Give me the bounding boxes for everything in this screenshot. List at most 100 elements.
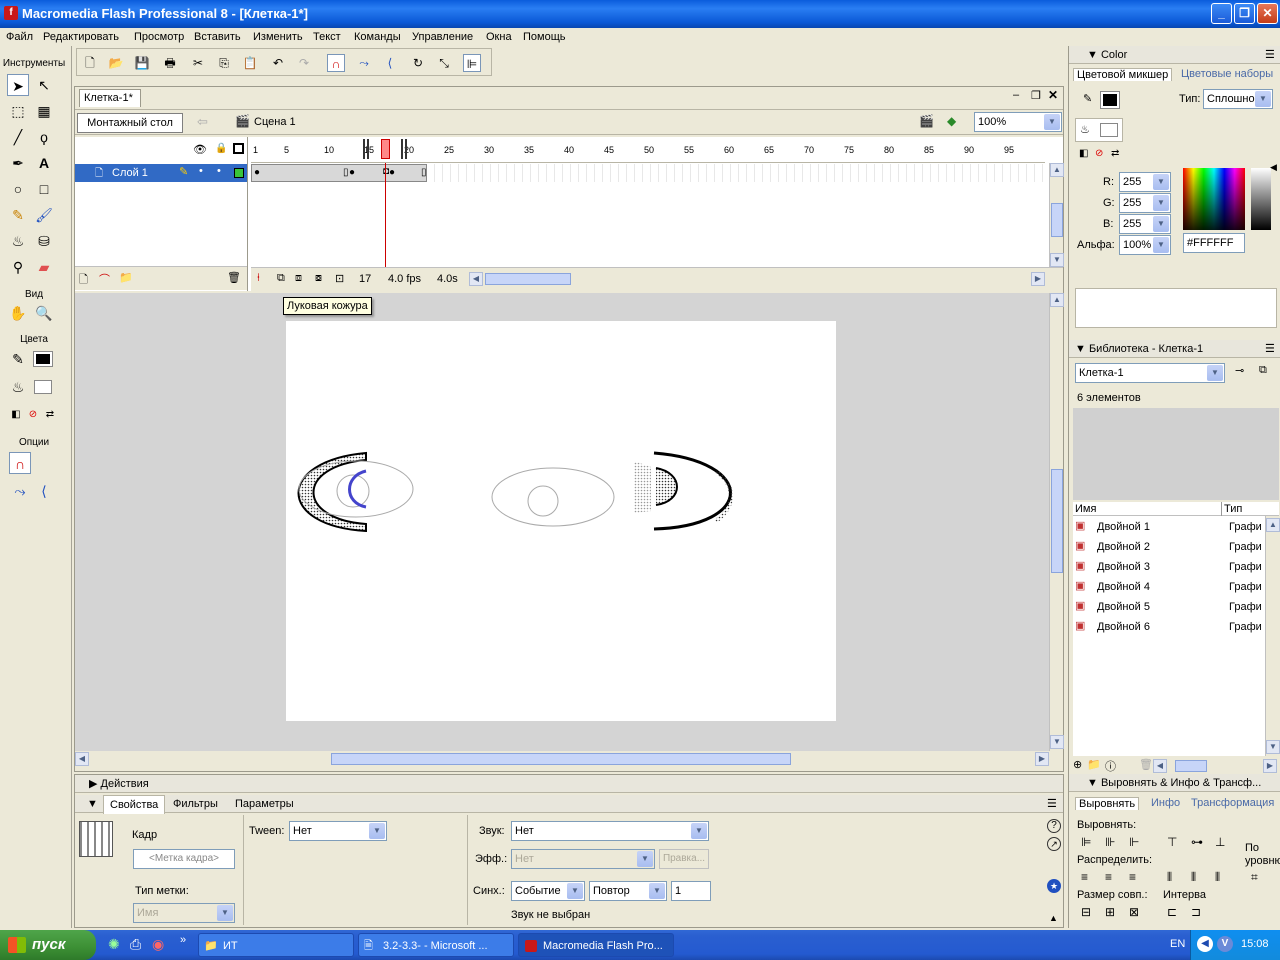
keyframe-dot[interactable]: ● — [389, 167, 395, 178]
layer-outline-swatch[interactable] — [234, 168, 244, 178]
task-word[interactable]: 🗎 3.2-3.3- - Microsoft ... — [358, 933, 514, 957]
to-stage-icon[interactable]: ⌗ — [1251, 870, 1258, 885]
scroll-left-icon[interactable]: ◀ — [75, 752, 89, 766]
scroll-right-icon[interactable]: ▶ — [1035, 752, 1049, 766]
swap-colors-icon[interactable]: ⇄ — [39, 404, 61, 426]
onion-end-marker[interactable] — [401, 139, 407, 159]
distribute-bottom-icon[interactable]: ≡ — [1129, 870, 1136, 884]
doc-restore-icon[interactable]: ❐ — [1031, 89, 1041, 102]
stroke-color-icon[interactable]: ✎ — [7, 348, 29, 370]
scroll-down-icon[interactable]: ▼ — [1050, 253, 1064, 267]
quicklaunch-icon[interactable]: ✺ — [108, 936, 120, 953]
list-item[interactable]: ▣ Двойной 6 Графи — [1073, 618, 1265, 636]
fill-color-swatch[interactable] — [34, 380, 52, 394]
align-middle-icon[interactable]: ⊶ — [1191, 835, 1203, 849]
frame-end-marker[interactable]: ▯ — [343, 167, 349, 178]
menu-text[interactable]: Текст — [313, 28, 341, 46]
hand-tool-icon[interactable]: ✋ — [7, 302, 29, 324]
accessibility-icon[interactable]: ★ — [1047, 879, 1061, 893]
copy-icon[interactable]: ⎘ — [215, 54, 233, 72]
language-indicator[interactable]: EN — [1170, 938, 1185, 950]
stroke-color-swatch[interactable] — [33, 351, 53, 367]
eraser-icon[interactable]: ▰ — [33, 256, 55, 278]
menu-edit[interactable]: Редактировать — [43, 28, 119, 46]
smooth-icon[interactable]: ⤳ — [9, 480, 31, 502]
align-right-icon[interactable]: ⊩ — [1129, 835, 1139, 849]
frame-label-input[interactable]: <Метка кадра> — [133, 849, 235, 869]
redo-icon[interactable]: ↷ — [295, 54, 313, 72]
zoom-tool-icon[interactable]: 🔍 — [33, 302, 55, 324]
back-arrow-icon[interactable]: ⇦ — [197, 114, 208, 130]
list-item[interactable]: ▣ Двойной 3 Графи — [1073, 558, 1265, 576]
no-color-icon[interactable]: ⊘ — [1095, 148, 1103, 159]
panel-menu-icon[interactable]: ☰ — [1047, 795, 1057, 813]
panel-menu-icon[interactable]: ☰ — [1265, 46, 1275, 64]
modify-markers-icon[interactable]: ⊡ — [335, 272, 344, 285]
restore-button[interactable]: ❐ — [1234, 3, 1255, 24]
library-doc-select[interactable]: Клетка-1 ▼ — [1075, 363, 1225, 383]
menu-insert[interactable]: Вставить — [194, 28, 241, 46]
tab-parameters[interactable]: Параметры — [235, 795, 294, 813]
scroll-up-icon[interactable]: ▲ — [1050, 163, 1064, 177]
space-horizontal-icon[interactable]: ⊐ — [1191, 905, 1201, 919]
line-tool-icon[interactable]: ╱ — [7, 126, 29, 148]
hex-input[interactable]: #FFFFFF — [1183, 233, 1245, 253]
menu-view[interactable]: Просмотр — [134, 28, 184, 46]
stage[interactable] — [286, 321, 836, 721]
quicklaunch-icon[interactable]: ◉ — [152, 936, 164, 953]
hscroll-thumb[interactable] — [1175, 760, 1207, 772]
eyedropper-icon[interactable]: ⚲ — [7, 256, 29, 278]
library-panel-header[interactable]: ▼ Библиотека - Клетка-1 ☰ — [1069, 340, 1280, 358]
align-panel-icon[interactable]: ⊫ — [463, 54, 481, 72]
subselection-tool-icon[interactable]: ↖ — [33, 74, 55, 96]
document-tab[interactable]: Клетка-1* — [79, 89, 141, 107]
fill-transform-icon[interactable]: ▦ — [33, 100, 55, 122]
swap-colors-icon[interactable]: ⇄ — [1111, 148, 1119, 159]
frame-span[interactable] — [251, 164, 427, 182]
align-bottom-icon[interactable]: ⊥ — [1215, 835, 1225, 849]
layer-row[interactable]: 🗋 Слой 1 ✎ • • — [75, 164, 247, 182]
scene-name[interactable]: Сцена 1 — [254, 116, 296, 128]
task-explorer[interactable]: 📁 ИТ — [198, 933, 354, 957]
g-input[interactable]: 255 ▼ — [1119, 193, 1171, 213]
insert-layer-icon[interactable]: 🗋 — [79, 271, 88, 290]
distribute-vcenter-icon[interactable]: ≡ — [1105, 870, 1112, 884]
scroll-left-icon[interactable]: ◀ — [469, 272, 483, 286]
selection-tool-icon[interactable]: ➤ — [7, 74, 29, 96]
pin-library-icon[interactable]: ⊸ — [1235, 364, 1244, 377]
ink-bottle-icon[interactable]: ♨ — [7, 230, 29, 252]
frame-rate[interactable]: 4.0 fps — [388, 273, 421, 285]
rotate-icon[interactable]: ↻ — [409, 54, 427, 72]
distribute-top-icon[interactable]: ≡ — [1081, 870, 1088, 884]
distribute-right-icon[interactable]: ⫴ — [1215, 870, 1220, 885]
oval-tool-icon[interactable]: ○ — [7, 178, 29, 200]
r-input[interactable]: 255 ▼ — [1119, 172, 1171, 192]
match-width-icon[interactable]: ⊟ — [1081, 905, 1091, 919]
tween-select[interactable]: Нет ▼ — [289, 821, 387, 841]
save-icon[interactable]: 💾 — [133, 54, 151, 72]
onion-skin-icon[interactable]: ⧉ — [277, 272, 285, 285]
col-type[interactable]: Тип — [1224, 503, 1242, 515]
edit-scene-icon[interactable]: 🎬 — [919, 114, 934, 128]
list-item[interactable]: ▣ Двойной 1 Графи — [1073, 518, 1265, 536]
pencil-tool-icon[interactable]: ✎ — [7, 204, 29, 226]
scroll-down-icon[interactable]: ▼ — [1050, 735, 1064, 749]
undo-icon[interactable]: ↶ — [269, 54, 287, 72]
layer-name[interactable]: Слой 1 — [112, 167, 148, 179]
panel-menu-icon[interactable]: ☰ — [1265, 340, 1275, 358]
scroll-left-icon[interactable]: ◀ — [1153, 759, 1167, 773]
repeat-count-input[interactable]: 1 — [671, 881, 711, 901]
menu-modify[interactable]: Изменить — [253, 28, 303, 46]
stroke-pencil-icon[interactable]: ✎ — [1083, 92, 1092, 105]
scale-icon[interactable]: ⤡ — [435, 54, 453, 72]
menu-file[interactable]: Файл — [6, 28, 33, 46]
col-name[interactable]: Имя — [1075, 503, 1096, 515]
brush-tool-icon[interactable]: 🖌 — [33, 204, 55, 226]
tab-filters[interactable]: Фильтры — [173, 795, 218, 813]
frames-area[interactable]: 1 5 10 15 20 25 30 35 40 45 50 55 60 65 … — [251, 137, 1045, 267]
print-icon[interactable]: 🖶 — [161, 54, 179, 72]
scroll-up-icon[interactable]: ▲ — [1266, 518, 1280, 532]
list-item[interactable]: ▣ Двойной 5 Графи — [1073, 598, 1265, 616]
keyframe-dot[interactable]: ● — [254, 167, 260, 178]
scroll-down-icon[interactable]: ▼ — [1266, 740, 1280, 754]
